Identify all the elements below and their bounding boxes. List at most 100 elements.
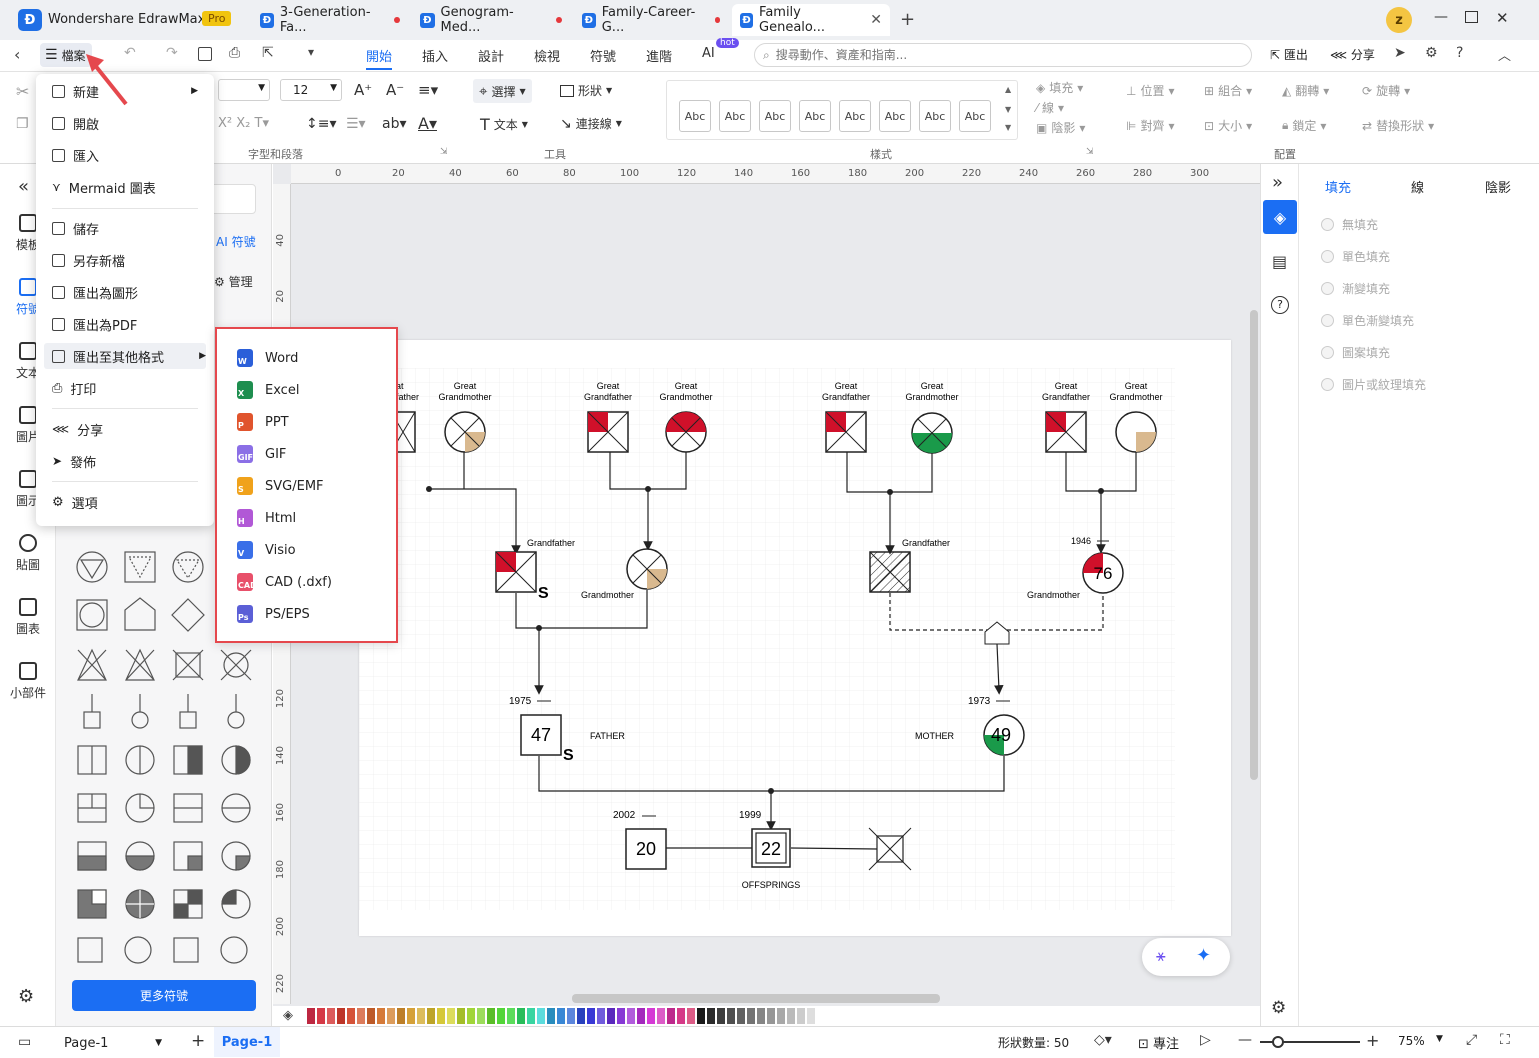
tab-symbols[interactable]: 符號 [590,46,616,65]
style-swatch[interactable]: Abc [839,100,871,132]
fill-option-pattern[interactable]: 圖案填充 [1321,344,1390,361]
color-swatch[interactable] [787,1008,795,1024]
export-quick-icon[interactable]: ⇱ [262,45,274,61]
color-swatch[interactable] [667,1008,675,1024]
color-swatch[interactable] [447,1008,455,1024]
tab-advanced[interactable]: 進階 [646,46,672,65]
shape-bottom-filled-circle[interactable] [125,841,155,871]
expand-style-group-icon[interactable]: ⇲ [1086,147,1094,157]
help-icon[interactable]: ? [1456,45,1463,61]
more-quick-icon[interactable]: ▾ [308,45,314,59]
send-icon[interactable]: ➤ [1394,45,1406,61]
color-swatch[interactable] [497,1008,505,1024]
horizontal-scrollbar[interactable] [572,994,940,1003]
group-button[interactable]: ⊞ 組合 ▾ [1204,82,1252,99]
export-option-visio[interactable]: V Visio [237,537,296,563]
fill-style-icon[interactable]: ◈ [1263,200,1297,234]
fill-option-single-gradient[interactable]: 單色漸變填充 [1321,312,1414,329]
text-case-icon[interactable]: ab▾ [382,116,407,132]
zoom-in-icon[interactable]: + [1366,1031,1379,1050]
great-grandfather-3[interactable] [825,411,867,453]
decrease-font-icon[interactable]: A⁻ [386,81,404,99]
color-swatch[interactable] [597,1008,605,1024]
export-option-word[interactable]: W Word [237,345,298,371]
great-grandfather-4[interactable] [1045,411,1087,453]
menu-item-save-as[interactable]: 另存新檔 [52,247,198,273]
fit-page-icon[interactable]: ⤢ [1466,1032,1477,1048]
color-swatch[interactable] [747,1008,755,1024]
font-size-select[interactable]: 12 ▼ [280,79,342,101]
shape-filled-half-circle[interactable] [221,745,251,775]
sparkle-icon[interactable]: ✦ [1196,945,1211,966]
color-swatch[interactable] [467,1008,475,1024]
tab-genogram-med[interactable]: Đ Genogram-Med... [412,4,570,36]
increase-font-icon[interactable]: A⁺ [354,81,372,99]
select-tool-button[interactable]: ⌖ 選擇 ▼ [473,79,532,103]
shape-corner-filled-square[interactable] [173,841,203,871]
shape-filled-half-square[interactable] [173,745,203,775]
replace-shape-button[interactable]: ⇄ 替換形狀 ▾ [1362,117,1434,134]
color-swatch[interactable] [377,1008,385,1024]
rail-charts[interactable]: 圖表 [0,598,56,637]
menu-item-export-image[interactable]: 匯出為圖形 [52,279,198,305]
color-swatch[interactable] [807,1008,815,1024]
shadow-button[interactable]: ▣ 陰影 ▾ [1036,119,1085,136]
export-option-gif[interactable]: GIF GIF [237,441,286,467]
tab-design[interactable]: 設計 [478,46,504,65]
color-swatch[interactable] [697,1008,705,1024]
close-window-icon[interactable]: ✕ [1496,9,1509,27]
menu-item-import[interactable]: 匯入 [52,142,198,168]
shape-lower-square[interactable] [173,793,203,823]
color-swatch[interactable] [687,1008,695,1024]
color-swatch[interactable] [507,1008,515,1024]
list-icon[interactable]: ☰▾ [346,116,366,132]
color-swatch[interactable] [487,1008,495,1024]
maximize-icon[interactable] [1465,11,1478,23]
export-option-html[interactable]: H Html [237,505,296,531]
expand-panel-icon[interactable]: » [1272,172,1283,193]
shape-diamond[interactable] [171,598,205,632]
shape-split-square[interactable] [173,889,203,919]
align-text-icon[interactable]: ≡▾ [418,81,438,99]
rotate-button[interactable]: ⟳ 旋轉 ▾ [1362,82,1410,99]
shape-half-square[interactable] [77,745,107,775]
redo-icon[interactable]: ↷ [166,45,178,61]
shape-adopted-circle[interactable] [227,694,245,729]
fill-bucket-icon[interactable]: ◈ [283,1008,293,1023]
drawing-page[interactable]: at father Great Grandmother Great Grandf… [359,340,1231,936]
zoom-slider-handle[interactable] [1272,1036,1284,1048]
export-option-ppt[interactable]: P PPT [237,409,289,435]
color-swatch[interactable] [337,1008,345,1024]
color-swatch[interactable] [367,1008,375,1024]
size-button[interactable]: ⊡ 大小 ▾ [1204,117,1252,134]
settings-icon[interactable]: ⚙ [18,986,34,1007]
tab-family-career[interactable]: Đ Family-Career-G... [574,4,728,36]
color-swatch[interactable] [627,1008,635,1024]
great-grandmother-1[interactable] [444,411,486,453]
menu-item-print[interactable]: ⎙ 打印 [52,375,198,401]
shape-circle-s[interactable] [124,936,152,964]
fill-button[interactable]: ◈ 填充 ▾ [1036,79,1083,96]
line-spacing-icon[interactable]: ↕≡▾ [306,116,337,132]
color-swatch[interactable] [757,1008,765,1024]
style-swatch[interactable]: Abc [759,100,791,132]
menu-item-open[interactable]: 開啟 [52,110,198,136]
shape-three-quarter-square[interactable] [77,889,107,919]
great-grandmother-2[interactable] [665,411,707,453]
shape-circle-l[interactable] [220,936,248,964]
avatar[interactable]: z [1386,7,1412,33]
color-swatch[interactable] [707,1008,715,1024]
shape-square-l[interactable] [173,937,199,963]
menu-item-options[interactable]: ⚙ 選項 [52,489,198,515]
tab-ai[interactable]: AI [702,46,715,61]
color-swatch[interactable] [677,1008,685,1024]
shape-pentagon[interactable] [124,597,156,631]
shape-quarter-square[interactable] [77,793,107,823]
great-grandmother-4[interactable] [1115,411,1157,453]
shape-lower-circle[interactable] [221,793,251,823]
color-swatch[interactable] [537,1008,545,1024]
magic-wand-icon[interactable]: ⚹ [1156,946,1166,966]
position-button[interactable]: ⊥ 位置 ▾ [1126,82,1175,99]
flip-button[interactable]: ◭ 翻轉 ▾ [1282,82,1329,99]
save-icon[interactable] [198,47,212,61]
